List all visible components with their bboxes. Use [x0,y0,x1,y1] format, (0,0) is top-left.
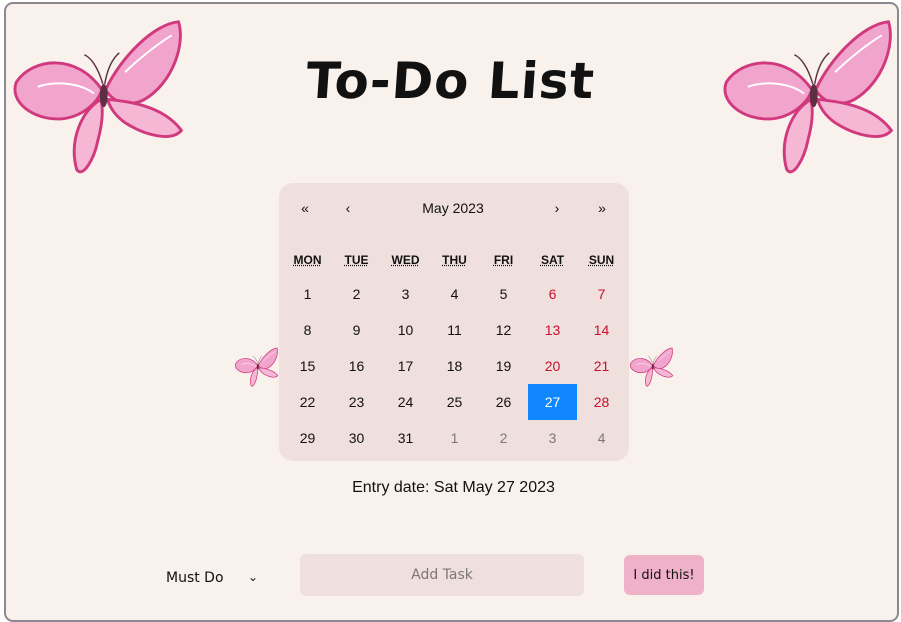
calendar-day[interactable]: 6 [528,276,577,312]
butterfly-icon [234,347,279,387]
calendar-day[interactable]: 28 [577,384,626,420]
weekday-sun: SUN [588,253,615,267]
calendar-day[interactable]: 31 [381,420,430,456]
calendar-day[interactable]: 21 [577,348,626,384]
calendar-day[interactable]: 26 [479,384,528,420]
calendar-day[interactable]: 8 [283,312,332,348]
weekday-tue: TUE [344,253,369,267]
calendar-day[interactable]: 24 [381,384,430,420]
calendar-day[interactable]: 17 [381,348,430,384]
calendar-day[interactable]: 12 [479,312,528,348]
calendar-day[interactable]: 30 [332,420,381,456]
calendar-day-next-month[interactable]: 3 [528,420,577,456]
task-input[interactable] [300,554,584,596]
calendar-day[interactable]: 18 [430,348,479,384]
category-select[interactable]: Must Do ⌄ [162,566,262,592]
weekday-thu: THU [442,253,467,267]
calendar-day[interactable]: 23 [332,384,381,420]
calendar-day-next-month[interactable]: 4 [577,420,626,456]
calendar-day[interactable]: 10 [381,312,430,348]
page-title: To-Do List [304,52,597,110]
month-label[interactable]: May 2023 [383,195,523,221]
calendar-day[interactable]: 5 [479,276,528,312]
next-month-button[interactable]: › [545,195,569,221]
calendar-day[interactable]: 7 [577,276,626,312]
calendar-day-next-month[interactable]: 1 [430,420,479,456]
chevron-down-icon: ⌄ [248,570,259,584]
calendar-day[interactable]: 13 [528,312,577,348]
calendar-day[interactable]: 16 [332,348,381,384]
weekday-fri: FRI [493,253,514,267]
calendar-day[interactable]: 25 [430,384,479,420]
weekday-mon: MON [293,253,322,267]
calendar-day[interactable]: 22 [283,384,332,420]
calendar-day[interactable]: 20 [528,348,577,384]
calendar-day[interactable]: 2 [332,276,381,312]
submit-task-button[interactable]: I did this! [624,555,704,595]
weekday-sat: SAT [540,253,565,267]
calendar-day[interactable]: 29 [283,420,332,456]
calendar-day[interactable]: 11 [430,312,479,348]
calendar-day[interactable]: 15 [283,348,332,384]
weekday-wed: WED [391,253,420,267]
calendar-day[interactable]: 4 [430,276,479,312]
prev-year-button[interactable]: « [293,195,317,221]
calendar-day-next-month[interactable]: 2 [479,420,528,456]
calendar: « ‹ May 2023 › » MON TUE WED THU FRI SAT… [279,183,629,461]
entry-date-label: Entry date: Sat May 27 2023 [352,479,555,496]
category-select-value: Must Do [166,570,224,586]
calendar-day[interactable]: 3 [381,276,430,312]
next-year-button[interactable]: » [590,195,614,221]
calendar-day-selected[interactable]: 27 [528,384,577,420]
calendar-day[interactable]: 14 [577,312,626,348]
calendar-day[interactable]: 9 [332,312,381,348]
butterfly-icon [629,347,674,387]
prev-month-button[interactable]: ‹ [336,195,360,221]
calendar-day[interactable]: 1 [283,276,332,312]
calendar-day[interactable]: 19 [479,348,528,384]
